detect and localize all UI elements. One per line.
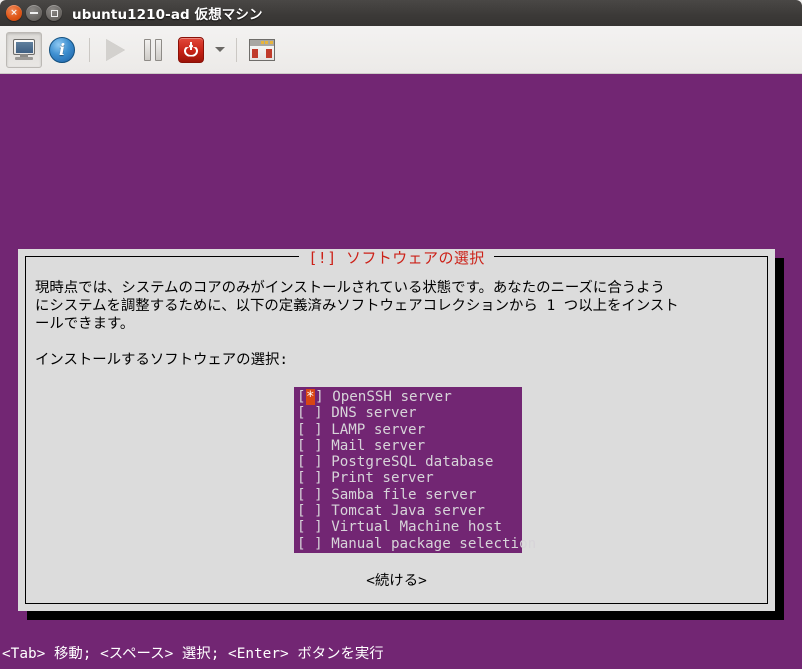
- list-item[interactable]: [ ] Print server: [294, 470, 522, 486]
- virtual-machine-window: × ubuntu1210-ad 仮想マシン i: [0, 0, 802, 669]
- list-item[interactable]: [ ] Tomcat Java server: [294, 503, 522, 519]
- info-icon: i: [49, 37, 75, 63]
- list-item[interactable]: [ ] Manual package selection: [294, 536, 522, 552]
- checkbox-unchecked-icon[interactable]: [ ]: [297, 503, 331, 519]
- software-selection-list[interactable]: [*] OpenSSH server[ ] DNS server[ ] LAMP…: [294, 387, 522, 553]
- chevron-down-icon: [215, 47, 225, 52]
- continue-button[interactable]: <続ける>: [26, 569, 767, 590]
- list-item[interactable]: [*] OpenSSH server: [294, 389, 522, 405]
- dialog-body-text: 現時点では、システムのコアのみがインストールされている状態です。あなたのニーズに…: [35, 279, 771, 333]
- maximize-button[interactable]: [46, 5, 62, 21]
- list-item-label: Samba file server: [331, 487, 476, 503]
- list-item-label: Mail server: [331, 438, 425, 454]
- console-status-bar: <Tab> 移動; <スペース> 選択; <Enter> ボタンを実行: [0, 642, 802, 663]
- dialog-title: [!] ソフトウェアの選択: [26, 247, 767, 268]
- checkbox-unchecked-icon[interactable]: [ ]: [297, 487, 331, 503]
- list-item-label: PostgreSQL database: [331, 454, 493, 470]
- toolbar: i: [0, 26, 802, 74]
- dialog-prompt-text: インストールするソフトウェアの選択:: [35, 351, 288, 369]
- console-bottom-edge: [0, 664, 802, 669]
- checkbox-unchecked-icon[interactable]: [ ]: [297, 454, 331, 470]
- list-item-label: Virtual Machine host: [331, 519, 502, 535]
- window-controls: ×: [6, 5, 62, 21]
- play-icon: [106, 39, 125, 61]
- toolbar-details-view-button[interactable]: i: [44, 32, 80, 68]
- checkbox-unchecked-icon[interactable]: [ ]: [297, 536, 331, 552]
- dialog-title-text: [!] ソフトウェアの選択: [299, 249, 493, 267]
- list-item-label: Tomcat Java server: [331, 503, 485, 519]
- toolbar-fullscreen-button[interactable]: [244, 32, 280, 68]
- toolbar-pause-button[interactable]: [135, 32, 171, 68]
- dialog-frame: [!] ソフトウェアの選択 現時点では、システムのコアのみがインストールされてい…: [25, 256, 768, 604]
- list-item[interactable]: [ ] DNS server: [294, 405, 522, 421]
- toolbar-shutdown-button[interactable]: [173, 32, 209, 68]
- toolbar-run-button[interactable]: [97, 32, 133, 68]
- toolbar-separator-2: [236, 38, 237, 62]
- minimize-button[interactable]: [26, 5, 42, 21]
- window-title: ubuntu1210-ad 仮想マシン: [72, 3, 802, 23]
- list-item-label: LAMP server: [331, 422, 425, 438]
- checkbox-unchecked-icon[interactable]: [ ]: [297, 519, 331, 535]
- list-item[interactable]: [ ] LAMP server: [294, 422, 522, 438]
- list-item[interactable]: [ ] Virtual Machine host: [294, 519, 522, 535]
- close-icon: ×: [10, 9, 18, 18]
- list-item[interactable]: [ ] Mail server: [294, 438, 522, 454]
- vm-console-screen[interactable]: [!] ソフトウェアの選択 現時点では、システムのコアのみがインストールされてい…: [0, 74, 802, 669]
- list-item-label: DNS server: [331, 405, 416, 421]
- toolbar-console-view-button[interactable]: [6, 32, 42, 68]
- power-icon: [178, 37, 204, 63]
- list-item-label: Print server: [331, 470, 434, 486]
- minimize-icon: [30, 12, 38, 14]
- close-button[interactable]: ×: [6, 5, 22, 21]
- window-titlebar: × ubuntu1210-ad 仮想マシン: [0, 0, 802, 26]
- monitor-icon: [12, 39, 36, 60]
- checkbox-unchecked-icon[interactable]: [ ]: [297, 422, 331, 438]
- checkbox-unchecked-icon[interactable]: [ ]: [297, 438, 331, 454]
- screen-icon: [249, 39, 275, 61]
- list-item-label: OpenSSH server: [332, 389, 452, 405]
- list-item[interactable]: [ ] PostgreSQL database: [294, 454, 522, 470]
- toolbar-shutdown-menu-button[interactable]: [211, 32, 229, 68]
- pause-icon: [144, 39, 162, 61]
- checkbox-unchecked-icon[interactable]: [ ]: [297, 470, 331, 486]
- list-item[interactable]: [ ] Samba file server: [294, 487, 522, 503]
- software-selection-dialog: [!] ソフトウェアの選択 現時点では、システムのコアのみがインストールされてい…: [18, 249, 775, 611]
- toolbar-separator-1: [89, 38, 90, 62]
- maximize-icon: [51, 10, 58, 17]
- checkbox-checked-icon[interactable]: [*]: [297, 389, 332, 405]
- list-item-label: Manual package selection: [331, 536, 536, 552]
- checkbox-unchecked-icon[interactable]: [ ]: [297, 405, 331, 421]
